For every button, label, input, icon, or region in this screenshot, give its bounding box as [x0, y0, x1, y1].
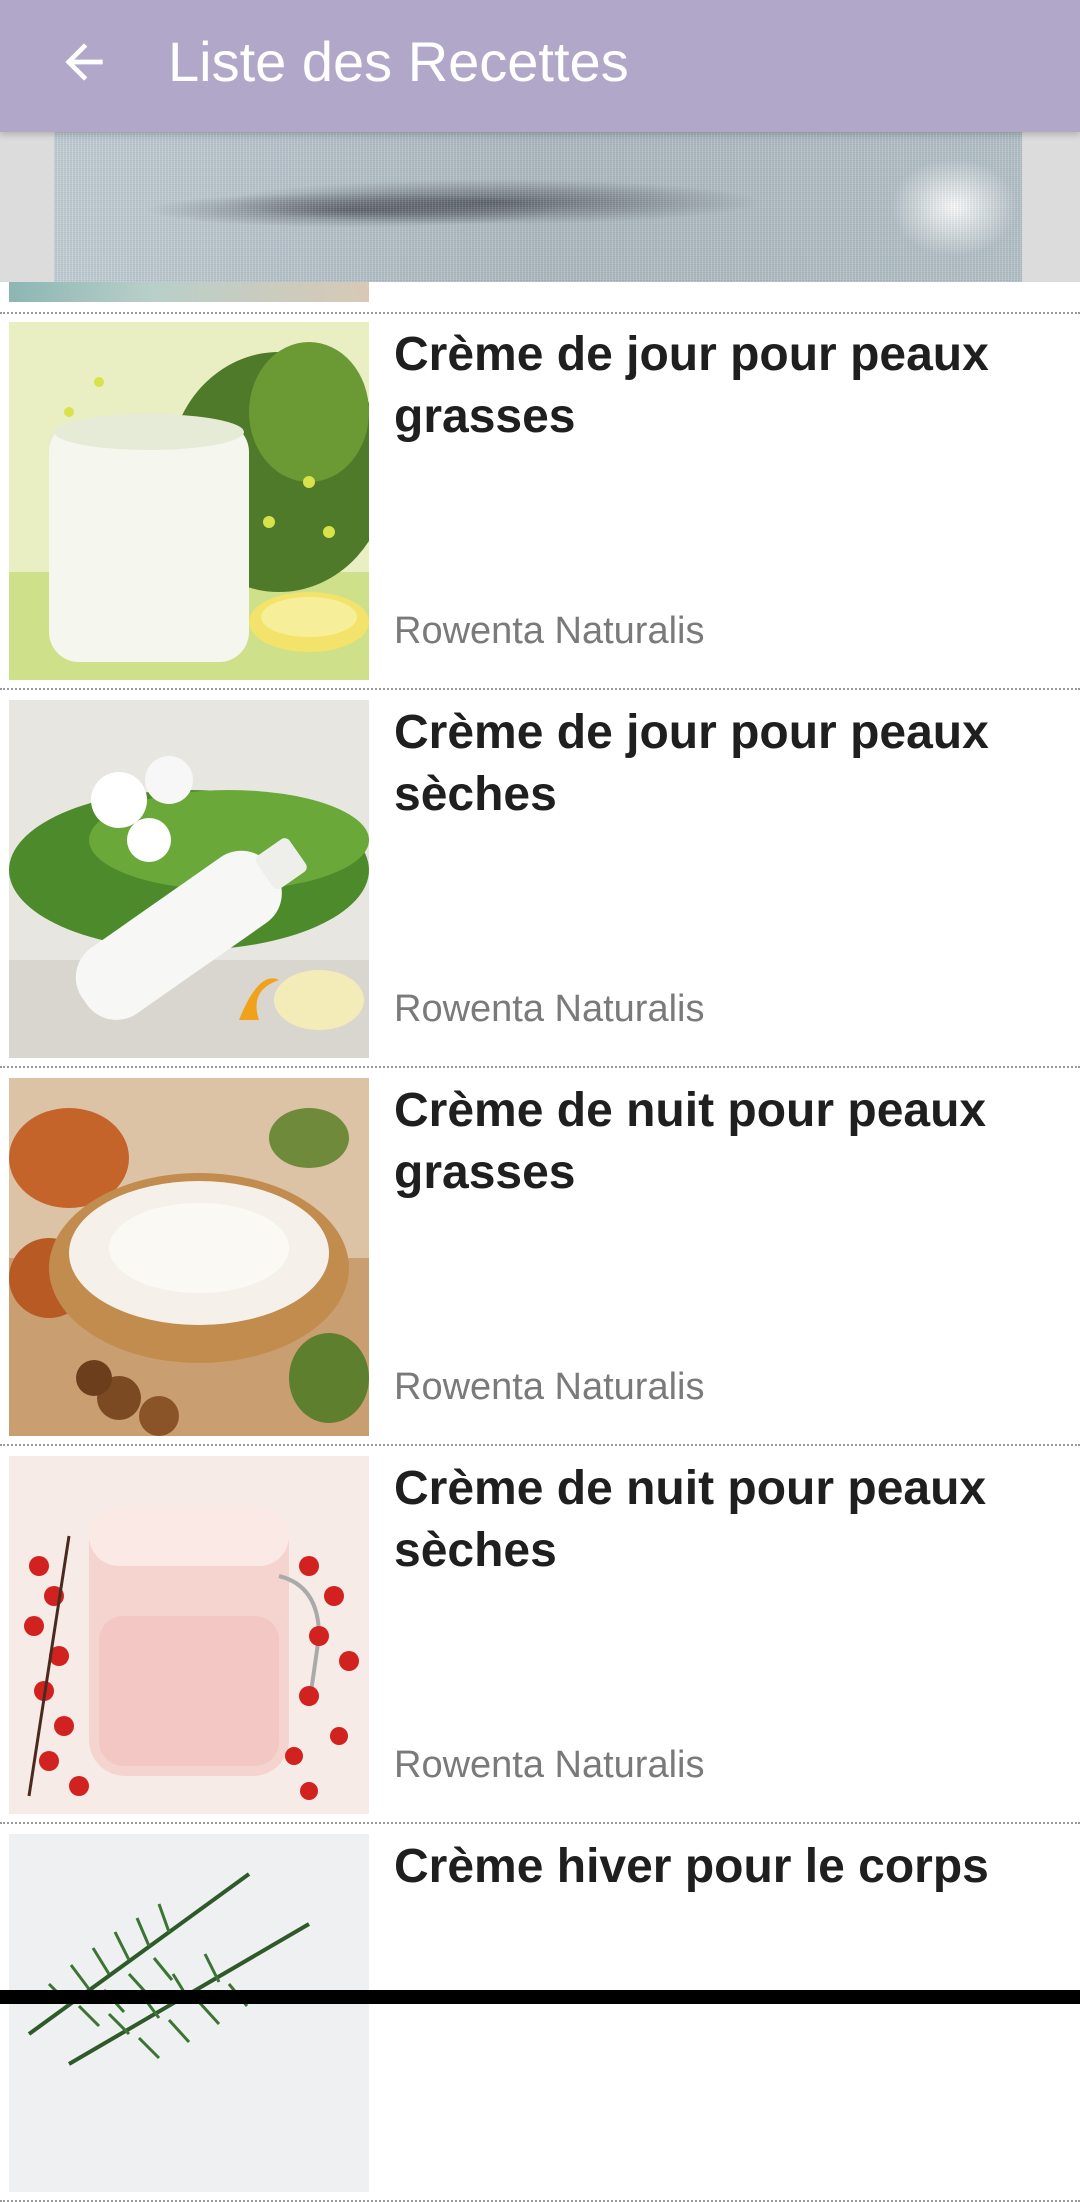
recipe-thumbnail	[9, 1834, 369, 2192]
arrow-left-icon	[65, 43, 103, 81]
recipe-thumbnail	[9, 700, 369, 1058]
recipe-item[interactable]: Crème de nuit pour peaux sèches Rowenta …	[0, 1446, 1080, 1824]
ad-banner-texture	[54, 132, 1022, 282]
recipe-author: Rowenta Naturalis	[394, 1744, 705, 1786]
recipe-author: Rowenta Naturalis	[394, 988, 705, 1030]
recipe-thumbnail	[9, 322, 369, 680]
recipe-author: Rowenta Naturalis	[394, 610, 705, 652]
recipe-item[interactable]: Crème de nuit pour peaux grasses Rowenta…	[0, 1068, 1080, 1446]
app-bar: Liste des Recettes	[0, 0, 1080, 132]
recipe-title: Crème de jour pour peaux grasses	[394, 328, 989, 443]
recipe-title: Crème de nuit pour peaux grasses	[394, 1084, 987, 1199]
recipe-title: Crème de nuit pour peaux sèches	[394, 1462, 987, 1577]
ad-banner[interactable]	[54, 132, 1022, 282]
recipe-title: Crème de jour pour peaux sèches	[394, 706, 989, 821]
back-button[interactable]	[44, 22, 124, 102]
recipe-thumbnail	[9, 1456, 369, 1814]
recipe-thumbnail	[9, 1078, 369, 1436]
system-navigation-bar	[0, 1990, 1080, 2004]
recipe-list: Crème de jour pour peaux grasses Rowenta…	[0, 312, 1080, 2202]
partial-thumbnail	[9, 282, 369, 302]
recipe-author: Rowenta Naturalis	[394, 1366, 705, 1408]
page-title: Liste des Recettes	[168, 30, 629, 93]
recipe-item[interactable]: Crème de jour pour peaux grasses Rowenta…	[0, 312, 1080, 690]
recipe-item[interactable]: Crème de jour pour peaux sèches Rowenta …	[0, 690, 1080, 1068]
list-item-partial[interactable]	[0, 282, 1080, 314]
recipe-title: Crème hiver pour le corps	[394, 1840, 989, 1893]
ad-container	[0, 132, 1080, 282]
recipe-item[interactable]: Crème hiver pour le corps	[0, 1824, 1080, 2202]
